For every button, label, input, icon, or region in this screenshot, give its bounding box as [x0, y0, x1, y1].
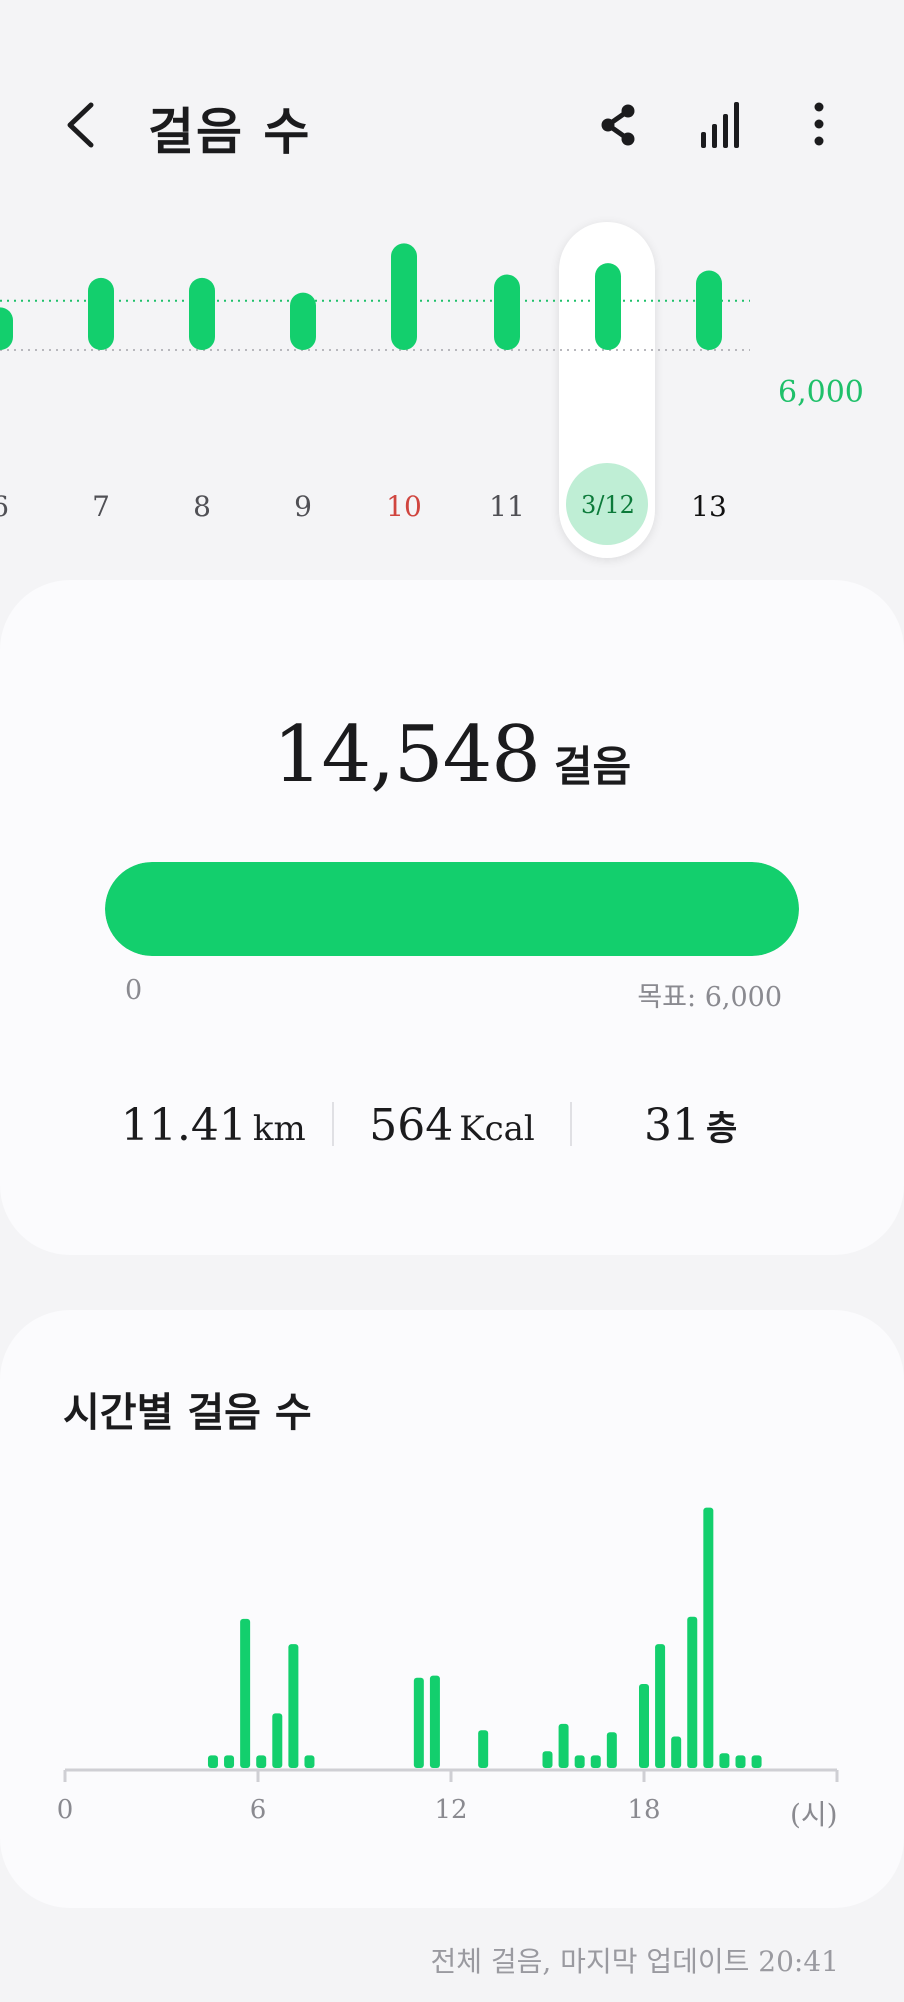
day-label[interactable]: 8 [162, 490, 242, 523]
hour-bar [751, 1755, 762, 1768]
calories-value: 564 [369, 1100, 454, 1151]
hour-bar [655, 1644, 666, 1768]
hour-bar [703, 1507, 714, 1768]
hour-bar [574, 1755, 585, 1768]
hour-bar [639, 1684, 649, 1768]
calories-stat: 564 Kcal [334, 1100, 571, 1160]
goal-progress-fill [105, 862, 799, 956]
back-arrow-icon [67, 102, 94, 148]
hour-bar [478, 1730, 489, 1768]
floors-value: 31 [644, 1100, 701, 1151]
share-button[interactable] [594, 100, 644, 150]
hour-bar [687, 1616, 698, 1768]
hour-bar [542, 1751, 553, 1768]
distance-stat: 11.41 km [95, 1100, 332, 1160]
hour-axis-label: 12 [434, 1795, 468, 1825]
progress-goal-label: 목표: 6,000 [637, 982, 782, 1013]
hour-bar [304, 1755, 315, 1768]
more-options-button[interactable] [794, 100, 844, 150]
day-label[interactable]: 3/12 [568, 491, 648, 519]
signal-bars-icon [701, 102, 739, 148]
floors-unit: 층 [706, 1109, 738, 1149]
hour-bar [671, 1736, 682, 1768]
daily-steps-chart: 6,000 6789 10 11 3/12 13 [0, 215, 904, 560]
hour-bar [272, 1713, 283, 1768]
progress-min-label: 0 [125, 975, 143, 1006]
more-vertical-icon [814, 102, 824, 146]
goal-line-label: 6,000 [778, 375, 864, 410]
floors-stat: 31 층 [572, 1100, 809, 1160]
day-bar[interactable] [391, 243, 417, 350]
hour-axis-label: 0 [56, 1795, 74, 1825]
hour-bar [207, 1755, 218, 1768]
stats-row: 11.41 km 564 Kcal 31 층 [95, 1100, 809, 1160]
day-bar[interactable] [595, 263, 621, 350]
day-bar[interactable] [696, 270, 722, 350]
hour-bar [256, 1755, 267, 1768]
day-bar[interactable] [88, 277, 114, 350]
day-bar[interactable] [189, 277, 215, 350]
app-header: 걸음 수 [0, 0, 904, 230]
day-label[interactable]: 10 [364, 490, 444, 523]
hour-bar [224, 1755, 235, 1768]
share-icon [601, 104, 635, 146]
page-title: 걸음 수 [148, 103, 312, 161]
steps-unit: 걸음 [553, 742, 632, 791]
hour-bar [735, 1755, 746, 1768]
summary-card: 14,548 걸음 0 목표: 6,000 11.41 km 564 Kcal 31 층 [0, 580, 904, 1255]
day-bar[interactable] [0, 307, 13, 350]
back-button[interactable] [55, 95, 115, 155]
distance-value: 11.41 [120, 1100, 247, 1151]
day-label[interactable]: 13 [669, 490, 749, 523]
hour-bar [590, 1755, 601, 1768]
steps-total: 14,548 걸음 [0, 710, 904, 800]
day-bar[interactable] [290, 292, 316, 350]
day-label[interactable]: 9 [263, 490, 343, 523]
day-label[interactable]: 6 [0, 490, 40, 523]
hour-bar [429, 1675, 440, 1768]
calories-unit: Kcal [459, 1109, 535, 1149]
hour-axis-unit: (시) [790, 1798, 838, 1831]
goal-progress-bar [105, 862, 799, 956]
hour-bar [240, 1618, 251, 1768]
hourly-steps-card[interactable]: 시간별 걸음 수 0 6 12 18 (시) [0, 1310, 904, 1908]
hour-bar [719, 1753, 730, 1768]
hour-bar [288, 1644, 299, 1768]
last-update-text: 전체 걸음, 마지막 업데이트 20:41 [430, 1945, 839, 1978]
day-bar[interactable] [494, 274, 520, 350]
hour-bar [558, 1723, 569, 1768]
hour-axis-label: 6 [249, 1795, 267, 1825]
steps-count: 14,548 [272, 710, 541, 800]
day-label[interactable]: 11 [467, 490, 547, 523]
distance-unit: km [252, 1109, 306, 1149]
hour-bar [606, 1732, 617, 1768]
trends-button[interactable] [697, 100, 747, 150]
hour-bar [413, 1677, 424, 1768]
day-label[interactable]: 7 [61, 490, 141, 523]
hour-axis-label: 18 [627, 1795, 661, 1825]
